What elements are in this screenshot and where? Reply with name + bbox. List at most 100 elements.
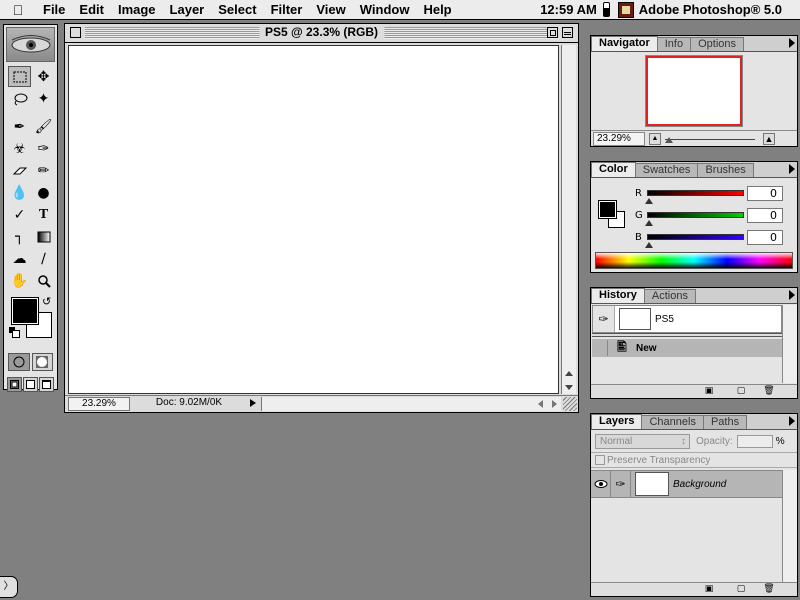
history-brush-tool-icon[interactable]: ✑ (32, 138, 55, 159)
marquee-tool-icon[interactable] (8, 66, 31, 87)
dodge-tool-icon[interactable]: ● (32, 182, 55, 203)
history-brush-source-icon[interactable]: ✑ (593, 306, 615, 332)
hand-tool-icon[interactable]: ✋ (8, 270, 31, 291)
preserve-transparency-checkbox[interactable] (595, 455, 605, 465)
menu-image[interactable]: Image (111, 0, 163, 20)
trash-icon[interactable]: 🗑 (763, 386, 775, 397)
tab-paths[interactable]: Paths (702, 415, 748, 429)
scroll-right-arrow-icon[interactable] (552, 400, 557, 408)
new-layer-icon[interactable]: ▢ (735, 584, 747, 595)
standard-mode-icon[interactable] (8, 353, 30, 371)
close-box-icon[interactable] (70, 27, 81, 38)
green-channel-slider[interactable]: G 0 (635, 208, 795, 228)
tab-navigator[interactable]: Navigator (591, 36, 658, 51)
menu-view[interactable]: View (309, 0, 352, 20)
menu-filter[interactable]: Filter (264, 0, 310, 20)
menu-window[interactable]: Window (353, 0, 417, 20)
menu-file[interactable]: File (36, 0, 72, 20)
navigator-preview[interactable] (645, 55, 743, 127)
scroll-left-arrow-icon[interactable] (538, 400, 543, 408)
scroll-up-arrow-icon[interactable] (565, 371, 573, 376)
collapse-box-icon[interactable] (562, 27, 573, 38)
zoom-in-icon[interactable]: ▲ (763, 133, 775, 145)
menu-select[interactable]: Select (211, 0, 263, 20)
rubber-stamp-tool-icon[interactable]: ☣ (8, 138, 31, 159)
blue-channel-slider[interactable]: B 0 (635, 230, 795, 250)
tab-info[interactable]: Info (656, 37, 692, 51)
tab-channels[interactable]: Channels (641, 415, 704, 429)
zoom-box-icon[interactable] (547, 27, 558, 38)
swap-colors-icon[interactable]: ↺ (42, 295, 51, 308)
paint-bucket-tool-icon[interactable]: ☁ (8, 248, 31, 269)
magic-wand-tool-icon[interactable]: ✦ (32, 88, 55, 109)
palette-menu-arrow-icon[interactable] (789, 164, 795, 174)
horizontal-scrollbar[interactable] (261, 397, 561, 411)
application-menu[interactable]: Adobe Photoshop® 5.0 (639, 2, 800, 17)
opacity-field[interactable] (736, 434, 773, 448)
red-channel-slider[interactable]: R 0 (635, 186, 795, 206)
menu-layer[interactable]: Layer (163, 0, 212, 20)
tab-options[interactable]: Options (690, 37, 745, 51)
type-tool-icon[interactable]: T (32, 204, 55, 225)
history-state[interactable]: 🖺 New (592, 339, 782, 357)
navigator-zoom-field[interactable]: 23.29% (593, 132, 645, 146)
full-screen-mode-icon[interactable] (39, 377, 54, 392)
lasso-tool-icon[interactable] (8, 88, 31, 109)
resize-grip-icon[interactable] (563, 397, 577, 411)
standard-screen-mode-icon[interactable] (7, 377, 22, 392)
history-scrollbar[interactable] (782, 305, 797, 383)
photoshop-eye-logo[interactable] (6, 27, 55, 62)
zoom-field[interactable]: 23.29% (68, 397, 130, 411)
tab-layers[interactable]: Layers (591, 414, 643, 429)
airbrush-tool-icon[interactable]: ✒ (8, 116, 31, 137)
tab-brushes[interactable]: Brushes (697, 163, 754, 177)
menu-clock[interactable]: 12:59 AM (536, 2, 601, 17)
document-title-bar[interactable]: PS5 @ 23.3% (RGB) (65, 24, 578, 43)
blue-value-field[interactable]: 0 (747, 230, 783, 245)
green-value-field[interactable]: 0 (747, 208, 783, 223)
trash-icon[interactable]: 🗑 (763, 584, 775, 595)
paintbrush-tool-icon[interactable]: 🖌 (32, 116, 55, 137)
layer-row[interactable]: ✑ Background (591, 470, 782, 498)
photoshop-app-icon[interactable] (617, 1, 634, 18)
measure-tool-icon[interactable]: ┐ (8, 226, 31, 247)
eyedropper-tool-icon[interactable]: ∕ (32, 248, 55, 269)
quick-mask-mode-icon[interactable] (31, 353, 53, 371)
red-value-field[interactable]: 0 (747, 186, 783, 201)
eraser-tool-icon[interactable] (8, 160, 31, 181)
apple-menu-icon[interactable]:  (0, 2, 36, 18)
palette-menu-arrow-icon[interactable] (789, 290, 795, 300)
collapsed-window-tab[interactable]: 〉 (0, 576, 18, 598)
menu-help[interactable]: Help (416, 0, 458, 20)
layers-scrollbar[interactable] (782, 470, 797, 582)
zoom-tool-icon[interactable] (32, 270, 55, 291)
move-tool-icon[interactable]: ✥ (32, 66, 55, 87)
layer-edit-brush-icon[interactable]: ✑ (611, 471, 631, 497)
add-layer-mask-icon[interactable]: ▣ (703, 584, 715, 595)
battery-icon[interactable] (602, 2, 610, 17)
history-snapshot[interactable]: ✑ PS5 (592, 305, 782, 333)
tab-swatches[interactable]: Swatches (634, 163, 699, 177)
status-menu-arrow-icon[interactable] (250, 399, 256, 407)
full-screen-menubar-mode-icon[interactable] (23, 377, 38, 392)
blur-tool-icon[interactable]: 💧 (8, 182, 31, 203)
color-foreground-swatch[interactable] (598, 200, 617, 219)
new-snapshot-icon[interactable]: ▢ (735, 386, 747, 397)
zoom-out-icon[interactable]: ▲ (649, 133, 661, 145)
menu-edit[interactable]: Edit (72, 0, 111, 20)
foreground-color-swatch[interactable] (11, 297, 39, 325)
default-colors-icon[interactable] (9, 327, 20, 338)
tab-color[interactable]: Color (591, 162, 636, 177)
pen-tool-icon[interactable]: ✓ (8, 204, 31, 225)
palette-menu-arrow-icon[interactable] (789, 416, 795, 426)
navigator-zoom-slider[interactable] (665, 136, 755, 143)
vertical-scrollbar[interactable] (561, 45, 576, 394)
gradient-tool-icon[interactable] (32, 226, 55, 247)
blend-mode-select[interactable]: Normal (595, 433, 690, 449)
tab-history[interactable]: History (591, 288, 645, 303)
new-document-from-state-icon[interactable]: ▣ (703, 386, 715, 397)
layer-visibility-eye-icon[interactable] (591, 471, 611, 497)
scroll-down-arrow-icon[interactable] (565, 385, 573, 390)
tab-actions[interactable]: Actions (643, 289, 696, 303)
pencil-tool-icon[interactable]: ✏ (32, 160, 55, 181)
